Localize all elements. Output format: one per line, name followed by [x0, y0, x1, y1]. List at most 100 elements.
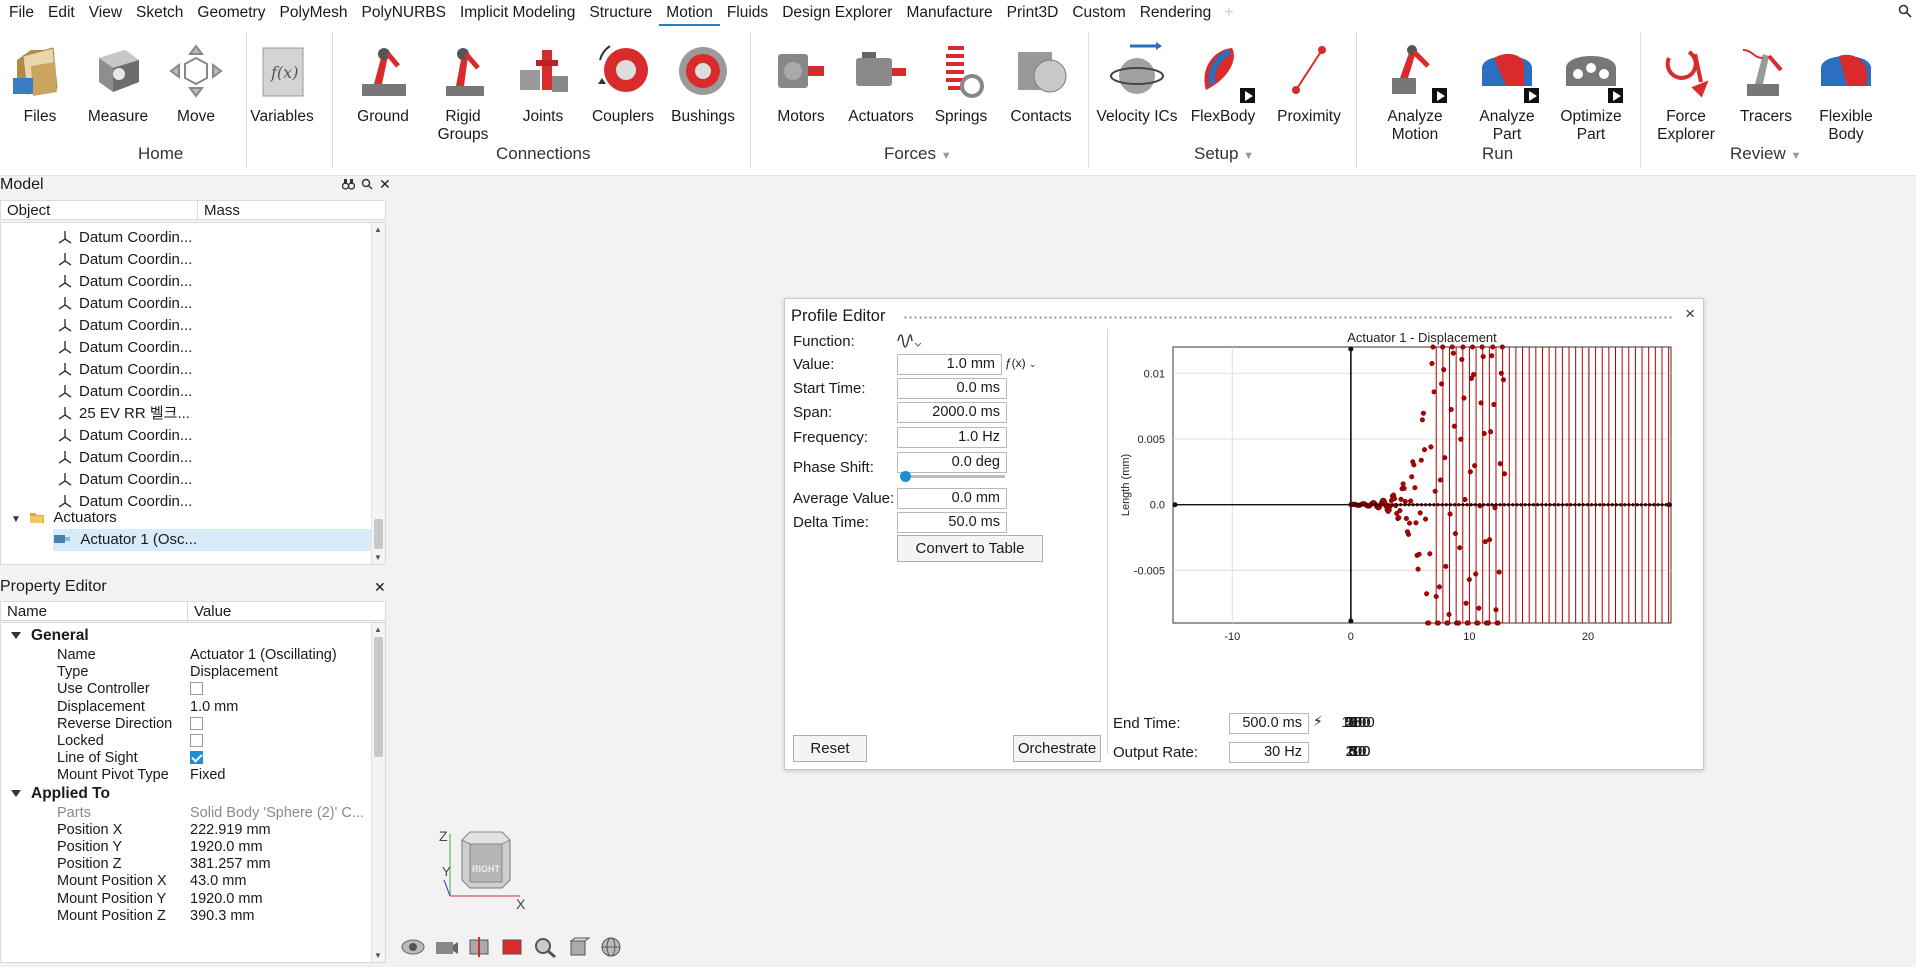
- proximity-button[interactable]: Proximity: [1272, 40, 1346, 126]
- menu-polymesh[interactable]: PolyMesh: [272, 0, 354, 26]
- phase-shift-slider-thumb[interactable]: [900, 471, 911, 482]
- globe-icon[interactable]: [598, 935, 625, 959]
- average-value-input[interactable]: 0.0 mm: [897, 488, 1007, 509]
- end-time-input[interactable]: 500.0 ms: [1229, 713, 1309, 734]
- start-time-input[interactable]: 0.0 ms: [897, 378, 1007, 399]
- menu-motion[interactable]: Motion: [659, 0, 720, 26]
- output-rate-input[interactable]: 30 Hz: [1229, 742, 1309, 763]
- joints-button[interactable]: Joints: [506, 40, 580, 126]
- menu-fluids[interactable]: Fluids: [720, 0, 775, 26]
- close-icon[interactable]: ✕: [379, 177, 391, 193]
- orchestrate-button[interactable]: Orchestrate: [1013, 735, 1101, 762]
- chevron-down-icon[interactable]: [11, 632, 21, 639]
- checkbox[interactable]: [190, 751, 203, 765]
- menu-edit[interactable]: Edit: [41, 0, 82, 26]
- tree-item-datum[interactable]: Datum Coordin...: [1, 359, 373, 381]
- menu-implicit-modeling[interactable]: Implicit Modeling: [453, 0, 582, 26]
- analyze-part-button[interactable]: Analyze Part: [1464, 40, 1550, 144]
- files-button[interactable]: Files: [4, 40, 76, 126]
- menu-design-explorer[interactable]: Design Explorer: [775, 0, 899, 26]
- menu-structure[interactable]: Structure: [582, 0, 659, 26]
- tree-item-datum[interactable]: Datum Coordin...: [1, 381, 373, 403]
- property-scrollbar[interactable]: ▲ ▼: [371, 623, 385, 962]
- menu-geometry[interactable]: Geometry: [190, 0, 272, 26]
- group-review[interactable]: Review ▼: [1730, 144, 1801, 164]
- chevron-down-icon[interactable]: ▼: [11, 509, 25, 531]
- group-forces[interactable]: Forces ▼: [884, 144, 952, 164]
- tree-item-datum[interactable]: Datum Coordin...: [1, 315, 373, 337]
- menu-custom[interactable]: Custom: [1065, 0, 1132, 26]
- menu-rendering[interactable]: Rendering: [1133, 0, 1219, 26]
- tree-item-datum[interactable]: Datum Coordin...: [1, 271, 373, 293]
- lightning-icon[interactable]: ⚡: [1313, 713, 1323, 730]
- velocity-ics-button[interactable]: Velocity ICs: [1094, 40, 1180, 126]
- phase-shift-slider[interactable]: [900, 471, 1005, 482]
- reset-button[interactable]: Reset: [793, 735, 867, 762]
- frequency-input[interactable]: 1.0 Hz: [897, 427, 1007, 448]
- chevron-down-icon[interactable]: [11, 789, 21, 797]
- menu-sketch[interactable]: Sketch: [129, 0, 190, 26]
- checkbox[interactable]: [190, 734, 203, 747]
- tree-item-actuator-1[interactable]: Actuator 1 (Osc...: [53, 529, 373, 551]
- tree-item-datum[interactable]: Datum Coordin...: [1, 469, 373, 491]
- value-input[interactable]: 1.0 mm: [897, 354, 1002, 375]
- convert-to-table-button[interactable]: Convert to Table: [897, 535, 1043, 562]
- box-select-icon[interactable]: [499, 935, 526, 959]
- add-ribbon-icon[interactable]: +: [1218, 4, 1239, 22]
- tree-item-datum[interactable]: Datum Coordin...: [1, 293, 373, 315]
- property-row-applied[interactable]: Mount Position Z 390.3 mm: [1, 906, 373, 927]
- tree-item-datum[interactable]: Datum Coordin...: [1, 447, 373, 469]
- flexbody-button[interactable]: FlexBody: [1186, 40, 1260, 126]
- analyze-motion-button[interactable]: Analyze Motion: [1376, 40, 1454, 144]
- section-cut-icon[interactable]: [466, 935, 493, 959]
- preset-200[interactable]: 200: [1341, 743, 1375, 760]
- springs-button[interactable]: Springs: [924, 40, 998, 126]
- optimize-part-button[interactable]: Optimize Part: [1554, 40, 1628, 144]
- span-input[interactable]: 2000.0 ms: [897, 402, 1007, 423]
- function-expression-icon[interactable]: ƒ(x) ⌄: [1005, 356, 1037, 370]
- checkbox[interactable]: [190, 682, 203, 696]
- bushings-button[interactable]: Bushings: [666, 40, 740, 126]
- tree-item-datum[interactable]: 25 EV RR 벨크...: [1, 403, 373, 425]
- group-setup[interactable]: Setup ▼: [1194, 144, 1254, 164]
- preset-1000[interactable]: 1000: [1341, 714, 1375, 731]
- search-icon[interactable]: [361, 178, 373, 193]
- variables-button[interactable]: f(x) Variables: [246, 40, 318, 126]
- tree-folder-actuators[interactable]: ▼ Actuators: [1, 507, 373, 529]
- model-scrollbar[interactable]: ▲ ▼: [371, 223, 385, 564]
- column-mass[interactable]: Mass: [197, 201, 240, 220]
- dialog-drag-handle[interactable]: [903, 315, 1673, 320]
- eye-icon[interactable]: [400, 935, 427, 959]
- actuators-button[interactable]: Actuators: [844, 40, 918, 126]
- displacement-chart[interactable]: Actuator 1 - Displacement -10 0 10 20 0.01 0.0…: [1109, 329, 1705, 651]
- close-icon[interactable]: ✕: [374, 579, 386, 596]
- view-cube-widget[interactable]: Z Y X RIGHT: [436, 824, 536, 914]
- menu-file[interactable]: File: [2, 0, 41, 26]
- tree-item-datum[interactable]: Datum Coordin...: [1, 337, 373, 359]
- binoculars-icon[interactable]: [341, 178, 356, 193]
- couplers-button[interactable]: Couplers: [586, 40, 660, 126]
- ground-button[interactable]: Ground: [346, 40, 420, 126]
- menu-view[interactable]: View: [82, 0, 129, 26]
- delta-time-input[interactable]: 50.0 ms: [897, 512, 1007, 533]
- move-button[interactable]: Move: [160, 40, 232, 126]
- zoom-icon[interactable]: [532, 935, 559, 959]
- contacts-button[interactable]: Contacts: [1004, 40, 1078, 126]
- motors-button[interactable]: Motors: [764, 40, 838, 126]
- tree-item-datum[interactable]: Datum Coordin...: [1, 425, 373, 447]
- property-section-general[interactable]: General: [1, 625, 373, 646]
- property-section-applied[interactable]: Applied To: [1, 783, 373, 804]
- column-object[interactable]: Object: [7, 201, 50, 220]
- column-value[interactable]: Value: [187, 602, 231, 621]
- search-icon[interactable]: [1898, 4, 1912, 21]
- view-3d-icon[interactable]: [565, 935, 592, 959]
- rigid-groups-button[interactable]: Rigid Groups: [426, 40, 500, 144]
- tree-item-datum[interactable]: Datum Coordin...: [1, 249, 373, 271]
- checkbox[interactable]: [190, 716, 203, 730]
- tree-item-datum[interactable]: Datum Coordin...: [1, 227, 373, 249]
- function-waveform-icon[interactable]: [897, 333, 923, 354]
- phase-shift-input[interactable]: 0.0 deg: [897, 452, 1007, 473]
- close-icon[interactable]: ×: [1685, 304, 1695, 324]
- menu-print3d[interactable]: Print3D: [1000, 0, 1066, 26]
- flexible-body-button[interactable]: Flexible Body: [1808, 40, 1884, 144]
